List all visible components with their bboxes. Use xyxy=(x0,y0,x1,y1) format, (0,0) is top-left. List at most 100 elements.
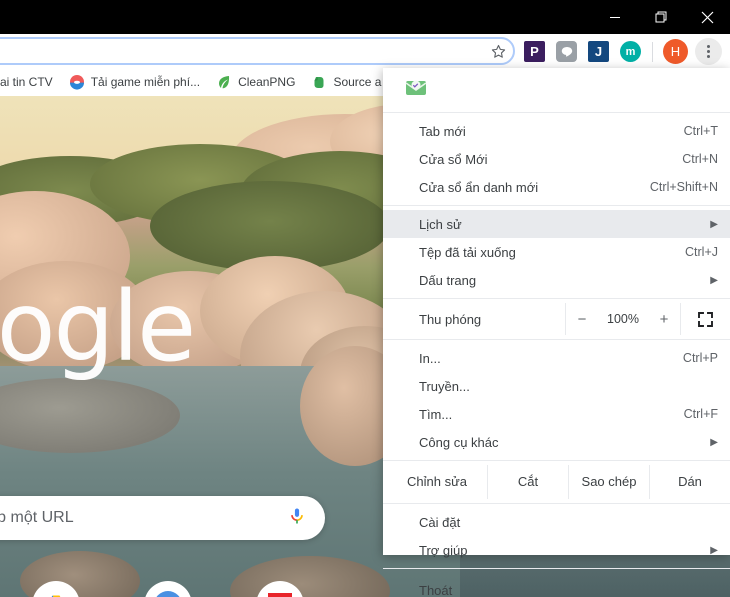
menu-item-label: Cửa sổ Mới xyxy=(419,152,682,167)
edit-label: Chỉnh sửa xyxy=(383,465,487,499)
menu-item-bookmarks[interactable]: Dấu trang ▶ xyxy=(383,266,730,294)
title-bar xyxy=(0,0,730,34)
menu-separator xyxy=(383,339,730,340)
menu-separator xyxy=(383,460,730,461)
address-bar-input[interactable] xyxy=(0,37,515,65)
bookmark-item[interactable]: Source a xyxy=(303,70,389,94)
chrome-main-menu: Tab mới Ctrl+T Cửa sổ Mới Ctrl+N Cửa sổ … xyxy=(383,68,730,555)
menu-item-more-tools[interactable]: Công cụ khác ▶ xyxy=(383,428,730,456)
bookmark-label: Tải game miễn phí... xyxy=(91,75,200,89)
dot xyxy=(707,55,710,58)
bookmark-item[interactable]: CleanPNG xyxy=(208,70,303,94)
extension-glyph: P xyxy=(530,44,539,59)
chevron-right-icon: ▶ xyxy=(710,275,718,286)
menu-item-new-tab[interactable]: Tab mới Ctrl+T xyxy=(383,117,730,145)
menu-separator xyxy=(383,568,730,569)
blue-network-icon xyxy=(144,581,192,597)
paste-button[interactable]: Dán xyxy=(649,465,730,499)
menu-item-downloads[interactable]: Tệp đã tải xuống Ctrl+J xyxy=(383,238,730,266)
menu-item-shortcut: Ctrl+J xyxy=(685,245,718,259)
zoom-controls: − 100% + xyxy=(565,303,680,335)
leaf-icon xyxy=(216,74,232,90)
menu-item-label: In... xyxy=(419,351,683,366)
shortcut-google-drive[interactable]: Google Drive xyxy=(0,581,112,597)
zoom-out-button[interactable]: − xyxy=(566,311,598,328)
menu-item-shortcut: Ctrl+F xyxy=(684,407,718,421)
bookmark-item[interactable]: ai tin CTV xyxy=(0,70,61,94)
shortcut-isb-elearning[interactable]: ISB ELEARNING xyxy=(224,581,336,597)
minimize-button[interactable] xyxy=(592,0,638,34)
google-drive-icon xyxy=(32,581,80,597)
toolbar-divider xyxy=(652,42,653,62)
menu-item-shortcut: Ctrl+T xyxy=(684,124,718,138)
menu-item-shortcut: Ctrl+N xyxy=(682,152,718,166)
menu-edit-row: Chỉnh sửa Cắt Sao chép Dán xyxy=(383,465,730,499)
cut-button[interactable]: Cắt xyxy=(487,465,568,499)
menu-item-print[interactable]: In... Ctrl+P xyxy=(383,344,730,372)
menu-item-history[interactable]: Lịch sử ▶ xyxy=(383,210,730,238)
extension-icon-pocket[interactable]: P xyxy=(524,41,545,62)
bookmark-label: ai tin CTV xyxy=(0,75,53,89)
chevron-right-icon: ▶ xyxy=(710,219,718,230)
ntp-shortcuts: Google Drive Siêu thị Điện ... xyxy=(0,581,380,597)
menu-item-label: Cửa sổ ẩn danh mới xyxy=(419,180,650,195)
menu-item-new-window[interactable]: Cửa sổ Mới Ctrl+N xyxy=(383,145,730,173)
fullscreen-icon[interactable] xyxy=(680,303,730,335)
ntp-search-box[interactable]: c nhập một URL xyxy=(0,496,325,540)
menu-separator xyxy=(383,205,730,206)
extension-icon-line[interactable] xyxy=(556,41,577,62)
menu-item-label: Dấu trang xyxy=(419,273,702,288)
extension-glyph: m xyxy=(626,46,636,58)
menu-item-label: Tab mới xyxy=(419,124,684,139)
extension-icon-momentum[interactable]: m xyxy=(620,41,641,62)
menu-item-label: Lịch sử xyxy=(419,217,702,232)
menu-item-shortcut: Ctrl+P xyxy=(683,351,718,365)
ntp-search-placeholder: c nhập một URL xyxy=(0,509,287,527)
menu-item-label: Tệp đã tải xuống xyxy=(419,245,685,260)
menu-separator xyxy=(383,112,730,113)
evernote-icon xyxy=(311,74,327,90)
menu-item-label: Cài đặt xyxy=(419,515,718,530)
menu-item-shortcut: Ctrl+Shift+N xyxy=(650,180,718,194)
extension-glyph: J xyxy=(595,44,602,59)
menu-item-label: Công cụ khác xyxy=(419,435,702,450)
dot xyxy=(707,45,710,48)
chevron-right-icon: ▶ xyxy=(710,545,718,556)
shortcut-sieu-thi-dien[interactable]: Siêu thị Điện ... xyxy=(112,581,224,597)
bookmark-label: CleanPNG xyxy=(238,75,295,89)
menu-item-help[interactable]: Trợ giúp ▶ xyxy=(383,536,730,564)
green-envelope-icon xyxy=(405,78,427,99)
extension-icon-joomla[interactable]: J xyxy=(588,41,609,62)
menu-item-exit[interactable]: Thoát xyxy=(383,573,730,597)
menu-separator xyxy=(383,298,730,299)
zoom-label: Thu phóng xyxy=(419,312,565,327)
menu-item-cast[interactable]: Truyền... xyxy=(383,372,730,400)
chrome-menu-button[interactable] xyxy=(695,38,722,65)
browser-window: P J m H ai tin CTV xyxy=(0,0,730,597)
menu-item-label: Truyền... xyxy=(419,379,718,394)
menu-item-label: Trợ giúp xyxy=(419,543,702,558)
close-button[interactable] xyxy=(684,0,730,34)
menu-item-find[interactable]: Tìm... Ctrl+F xyxy=(383,400,730,428)
menu-item-new-incognito-window[interactable]: Cửa sổ ẩn danh mới Ctrl+Shift+N xyxy=(383,173,730,201)
bookmark-item[interactable]: Tải game miễn phí... xyxy=(61,70,208,94)
microphone-icon[interactable] xyxy=(287,506,307,531)
chevron-right-icon: ▶ xyxy=(710,437,718,448)
menu-item-label: Tìm... xyxy=(419,407,684,422)
dot xyxy=(707,50,710,53)
menu-item-label: Thoát xyxy=(419,583,718,597)
copy-button[interactable]: Sao chép xyxy=(568,465,649,499)
avatar-initial: H xyxy=(671,44,680,59)
menu-item-settings[interactable]: Cài đặt xyxy=(383,508,730,536)
profile-avatar[interactable]: H xyxy=(663,39,688,64)
zoom-in-button[interactable]: + xyxy=(648,311,680,328)
bookmark-star-icon[interactable] xyxy=(487,40,509,62)
menu-separator xyxy=(383,503,730,504)
google-watermark: oogle xyxy=(0,271,194,383)
restore-button[interactable] xyxy=(638,0,684,34)
red-square-icon xyxy=(256,581,304,597)
game-site-icon xyxy=(69,74,85,90)
bookmark-label: Source a xyxy=(333,75,381,89)
menu-profile-header[interactable] xyxy=(383,68,730,108)
zoom-level-value: 100% xyxy=(598,312,648,326)
